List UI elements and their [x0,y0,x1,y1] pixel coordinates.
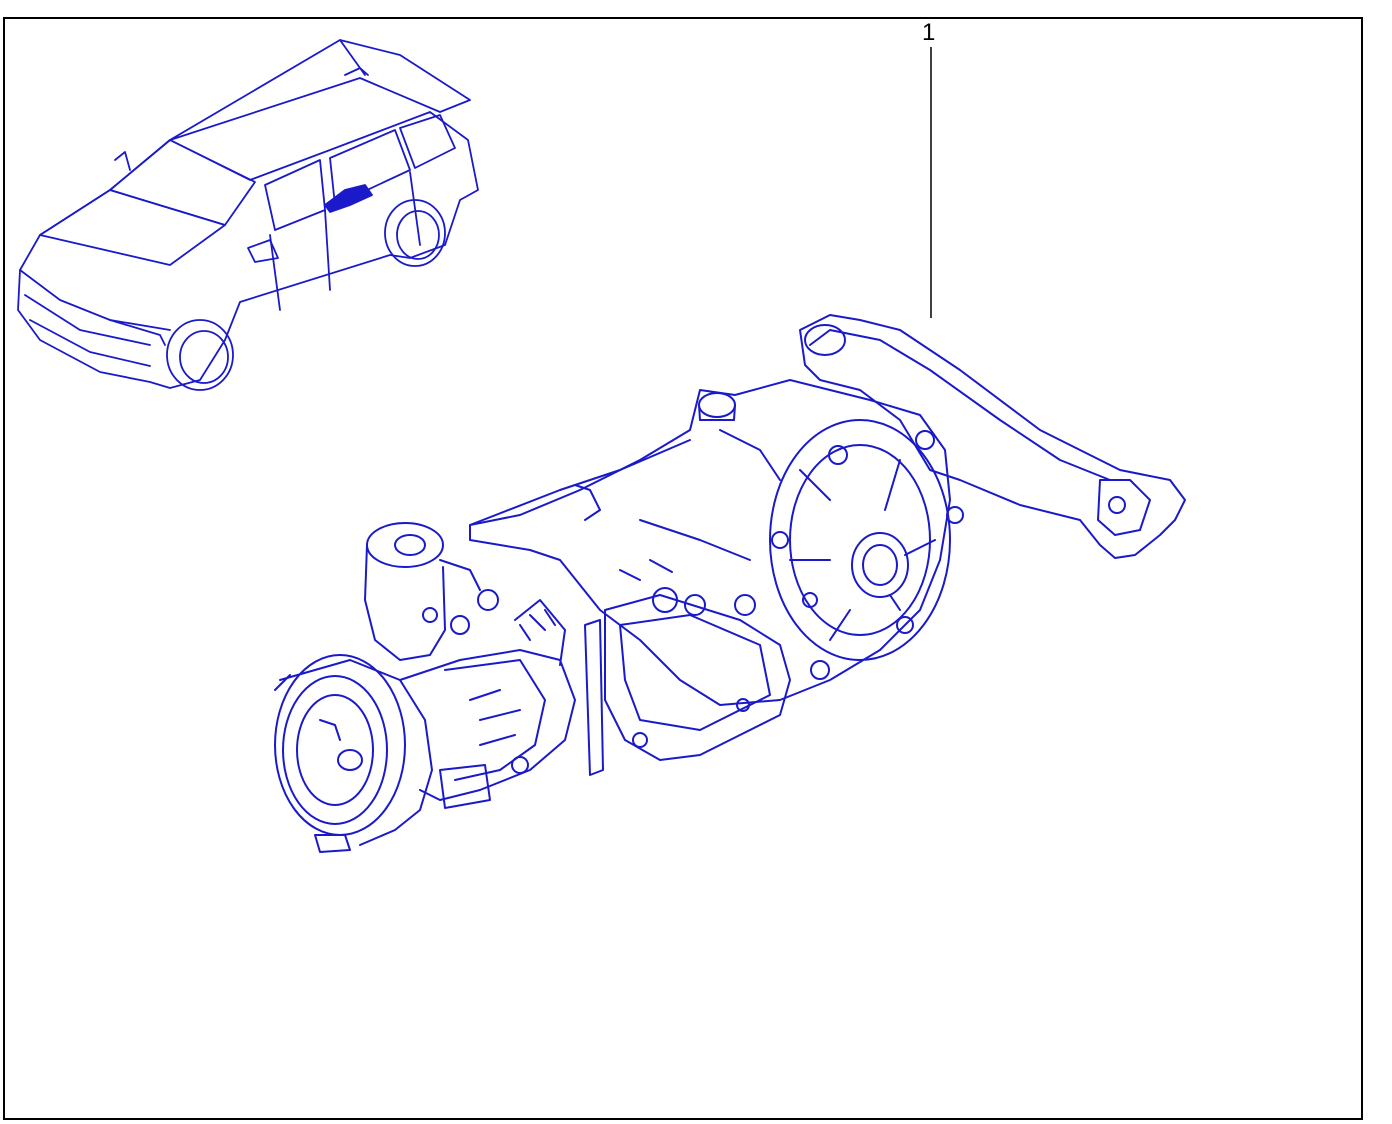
rear-axle-assembly [274,314,1186,853]
vehicle-locator-icon [17,39,479,391]
parts-diagram [17,39,1186,853]
